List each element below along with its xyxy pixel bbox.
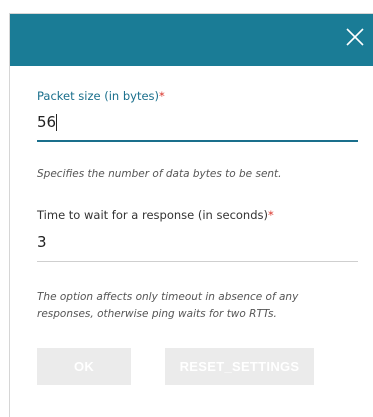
ok-button[interactable]: OK (37, 348, 131, 385)
packet-size-underline (37, 140, 358, 142)
timeout-hint: The option affects only timeout in absen… (37, 291, 299, 320)
close-button[interactable] (343, 25, 367, 49)
required-mark: * (268, 208, 274, 222)
timeout-label: Time to wait for a response (in seconds)… (37, 208, 274, 222)
required-mark: * (159, 89, 165, 103)
packet-size-hint: Specifies the number of data bytes to be… (37, 168, 282, 180)
packet-size-input[interactable] (37, 109, 358, 135)
text-caret (56, 114, 57, 131)
ping-settings-dialog: Packet size (in bytes)* Specifies the nu… (9, 13, 373, 417)
packet-size-label: Packet size (in bytes)* (37, 89, 165, 103)
timeout-input[interactable] (37, 229, 358, 255)
timeout-label-text: Time to wait for a response (in seconds) (37, 208, 268, 222)
reset-settings-button[interactable]: RESET_SETTINGS (165, 348, 314, 385)
dialog-header (10, 14, 373, 66)
timeout-underline (37, 261, 358, 262)
close-icon (346, 28, 364, 46)
packet-size-label-text: Packet size (in bytes) (37, 89, 160, 103)
